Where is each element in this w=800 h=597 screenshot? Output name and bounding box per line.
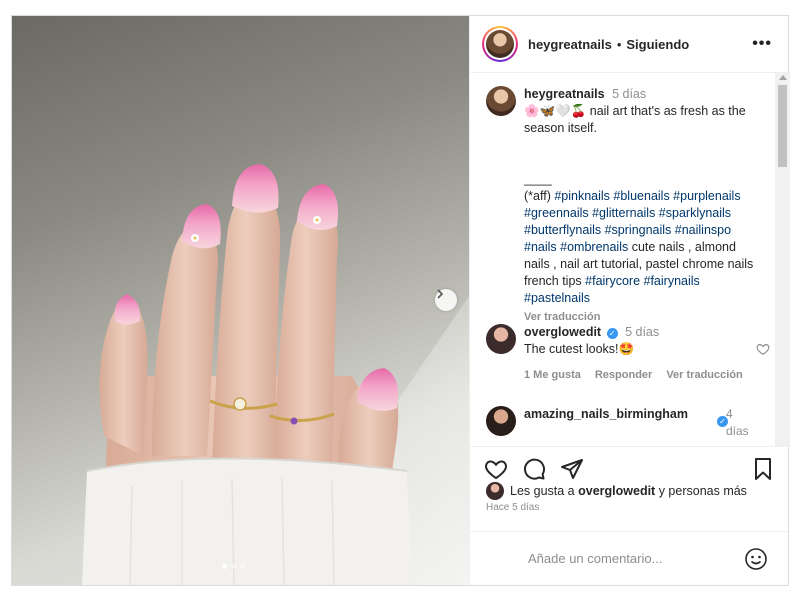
comment-username[interactable]: overglowedit: [524, 325, 601, 339]
following-button[interactable]: Siguiendo: [626, 37, 689, 52]
heart-icon[interactable]: [756, 342, 770, 359]
carousel-dot: [222, 564, 227, 569]
comment-text: The cutest looks!🤩: [524, 342, 635, 356]
emoji-icon[interactable]: [744, 547, 768, 574]
caption-emojis: 🌸🦋🤍🍒: [524, 104, 587, 118]
comment-icon[interactable]: [522, 457, 546, 484]
likes-prefix: Les gusta a: [510, 484, 575, 498]
separator: •: [616, 36, 622, 52]
comment-time: 4 días: [726, 407, 749, 438]
header-username[interactable]: heygreatnails: [528, 37, 612, 52]
post-media[interactable]: [12, 16, 469, 585]
avatar[interactable]: [486, 482, 504, 500]
likes-rest: y personas más: [658, 484, 747, 498]
reply-button[interactable]: Responder: [595, 367, 652, 384]
heart-icon[interactable]: [484, 457, 508, 484]
avatar: [486, 30, 514, 58]
comments-list[interactable]: heygreatnails 5 días 🌸🦋🤍🍒 nail art that'…: [470, 73, 790, 447]
caption-hashtags: (*aff) #pinknails #bluenails #purplenail…: [524, 188, 762, 307]
post-header: heygreatnails • Siguiendo •••: [470, 16, 790, 73]
comment-input[interactable]: [528, 551, 728, 566]
avatar[interactable]: [486, 86, 516, 116]
avatar[interactable]: [486, 324, 516, 354]
carousel-indicator: [222, 564, 245, 569]
post-side-panel: heygreatnails • Siguiendo ••• heygreatna…: [469, 16, 790, 585]
comment-time: 5 días: [625, 325, 660, 339]
share-icon[interactable]: [560, 457, 584, 484]
caption-username[interactable]: heygreatnails: [524, 87, 605, 101]
comment-username[interactable]: amazing_nails_birmingham: [524, 407, 688, 421]
likes-user[interactable]: overglowedit: [578, 484, 655, 498]
post-dialog: heygreatnails • Siguiendo ••• heygreatna…: [11, 15, 790, 586]
post-timestamp: Hace 5 días: [486, 502, 540, 513]
bookmark-icon[interactable]: [751, 457, 775, 484]
scrollbar-thumb[interactable]: [778, 85, 787, 167]
caption-divider: ____: [524, 172, 552, 186]
hand-photo: [82, 164, 469, 585]
verified-icon: ✓: [606, 328, 618, 339]
scroll-up-arrow[interactable]: [779, 75, 787, 80]
story-ring[interactable]: [482, 26, 518, 62]
comment-likes[interactable]: 1 Me gusta: [524, 367, 581, 384]
carousel-dot: [231, 564, 236, 569]
comments-scrollbar[interactable]: [775, 73, 790, 446]
carousel-next-button[interactable]: [435, 289, 457, 311]
avatar[interactable]: [486, 406, 516, 436]
likes-suffix: y personas más: [659, 484, 747, 498]
see-translation-link[interactable]: Ver traducción: [666, 367, 742, 384]
add-comment-bar: [470, 531, 790, 585]
caption-time: 5 días: [612, 87, 647, 101]
post-actions: [470, 447, 790, 485]
more-icon[interactable]: •••: [752, 35, 772, 53]
caption-aff: (*aff): [524, 189, 555, 203]
carousel-dot: [240, 564, 245, 569]
likes-summary: Les gusta a overglowedit y personas más: [486, 482, 747, 500]
